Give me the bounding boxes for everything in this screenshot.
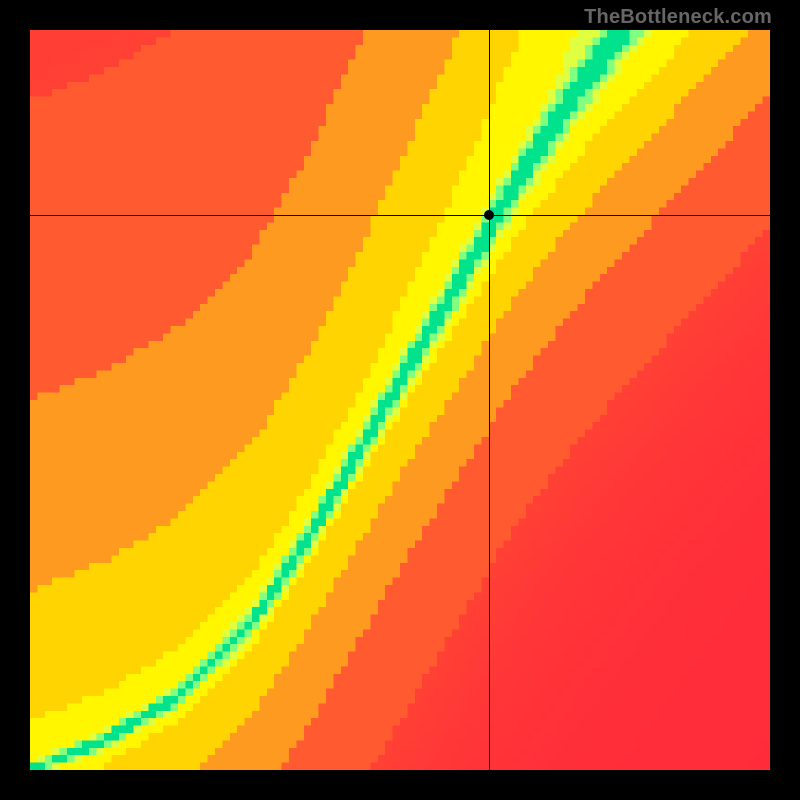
watermark-text: TheBottleneck.com bbox=[584, 6, 772, 29]
crosshair-vertical bbox=[489, 30, 490, 770]
heatmap-canvas bbox=[30, 30, 770, 770]
crosshair-horizontal bbox=[30, 215, 770, 216]
selection-marker bbox=[484, 210, 494, 220]
heatmap-plot bbox=[30, 30, 770, 770]
